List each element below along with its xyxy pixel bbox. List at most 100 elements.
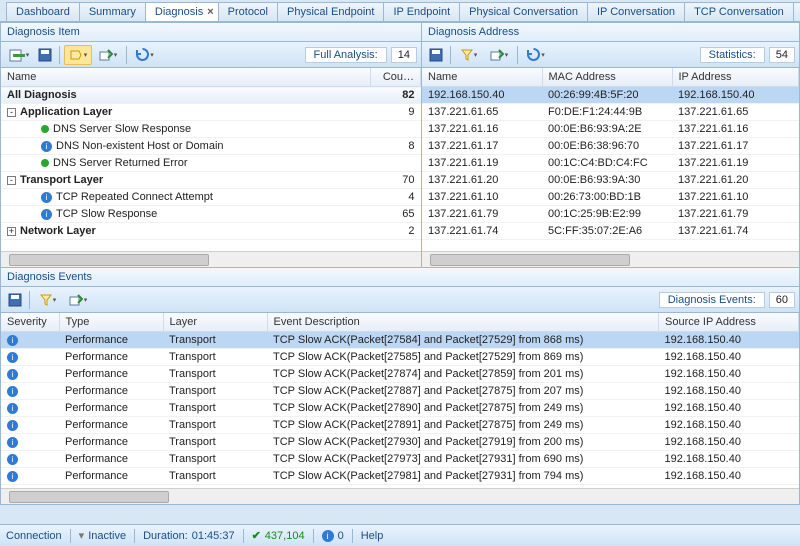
filter-icon[interactable]: ▾ [455, 45, 483, 65]
table-row[interactable]: iTCP Slow Response65 [1, 206, 421, 223]
info-icon: i [7, 352, 18, 363]
col-name[interactable]: Name [422, 68, 542, 87]
status-errors: 0 [338, 530, 344, 542]
tab-ip-endpoint[interactable]: IP Endpoint [383, 2, 460, 21]
save-icon[interactable] [35, 45, 55, 65]
table-row[interactable]: iPerformanceTransportTCP Slow ACK(Packet… [1, 349, 799, 366]
tab-protocol[interactable]: Protocol [218, 2, 278, 21]
table-row[interactable]: All Diagnosis82 [1, 87, 421, 104]
full-analysis-label: Full Analysis: [305, 47, 387, 63]
col-src-ip[interactable]: Source IP Address [659, 313, 799, 332]
highlight-icon[interactable]: ▾ [64, 45, 92, 65]
tab-dashboard[interactable]: Dashboard [6, 2, 80, 21]
close-icon[interactable]: × [207, 6, 213, 18]
table-row[interactable]: 137.221.61.2000:0E:B6:93:9A:30137.221.61… [422, 172, 799, 189]
save-icon[interactable] [426, 45, 446, 65]
col-count[interactable]: Cou… [371, 68, 421, 87]
expand-icon[interactable]: + [7, 227, 16, 236]
info-icon: i [41, 141, 52, 152]
table-row[interactable]: DNS Server Slow Response [1, 121, 421, 138]
col-type[interactable]: Type [59, 313, 163, 332]
col-name[interactable]: Name [1, 68, 371, 87]
export-icon[interactable]: ▾ [64, 290, 92, 310]
info-icon: i [322, 530, 334, 542]
tab-ip-conversation[interactable]: IP Conversation [587, 2, 685, 21]
info-icon: i [41, 209, 52, 220]
info-icon: i [41, 192, 52, 203]
export-icon[interactable]: ▾ [94, 45, 122, 65]
statistics-label: Statistics: [700, 47, 765, 63]
toolbar-diagnosis-item: ▾ ▾ ▾ ▾ Full Analysis: 14 [1, 42, 421, 68]
hscrollbar[interactable] [1, 488, 799, 504]
table-row[interactable]: iPerformanceTransportTCP Slow ACK(Packet… [1, 383, 799, 400]
col-mac[interactable]: MAC Address [542, 68, 672, 87]
table-row[interactable]: iTCP Repeated Connect Attempt4 [1, 189, 421, 206]
panel-title-diagnosis-item: Diagnosis Item [1, 23, 421, 42]
hscrollbar[interactable] [1, 251, 421, 267]
col-layer[interactable]: Layer [163, 313, 267, 332]
diagnosis-events-count: 60 [769, 292, 795, 308]
toolbar-diagnosis-events: ▾ ▾ Diagnosis Events: 60 [1, 287, 799, 313]
table-row[interactable]: 137.221.61.7900:1C:25:9B:E2:99137.221.61… [422, 206, 799, 223]
table-row[interactable]: iPerformanceTransportTCP Slow ACK(Packet… [1, 468, 799, 485]
filter-icon[interactable]: ▾ [34, 290, 62, 310]
table-row[interactable]: 137.221.61.1700:0E:B6:38:96:70137.221.61… [422, 138, 799, 155]
tab-diagnosis[interactable]: Diagnosis× [145, 2, 219, 21]
table-row[interactable]: 137.221.61.65F0:DE:F1:24:44:9B137.221.61… [422, 104, 799, 121]
table-row[interactable]: 137.221.61.1000:26:73:00:BD:1B137.221.61… [422, 189, 799, 206]
tab-ud[interactable]: UD [793, 2, 800, 21]
table-row[interactable]: -Application Layer9 [1, 104, 421, 121]
tab-summary[interactable]: Summary [79, 2, 146, 21]
tab-tcp-conversation[interactable]: TCP Conversation [684, 2, 794, 21]
sep [59, 46, 60, 64]
status-help[interactable]: Help [361, 530, 384, 542]
status-duration: 01:45:37 [192, 530, 235, 542]
table-row[interactable]: iPerformanceTransportTCP Slow ACK(Packet… [1, 417, 799, 434]
sep [29, 291, 30, 309]
panel-diagnosis-events: Diagnosis Events ▾ ▾ Diagnosis Events: 6… [0, 268, 800, 505]
info-icon: i [7, 437, 18, 448]
diagnosis-item-table: Name Cou… All Diagnosis82-Application La… [1, 68, 421, 251]
table-row[interactable]: 137.221.61.745C:FF:35:07:2E:A6137.221.61… [422, 223, 799, 240]
table-row[interactable]: iPerformanceTransportTCP Slow ACK(Packet… [1, 400, 799, 417]
col-severity[interactable]: Severity [1, 313, 59, 332]
table-row[interactable]: 137.221.61.1600:0E:B6:93:9A:2E137.221.61… [422, 121, 799, 138]
table-row[interactable]: 137.221.61.1900:1C:C4:BD:C4:FC137.221.61… [422, 155, 799, 172]
save-icon[interactable] [5, 290, 25, 310]
table-row[interactable]: iPerformanceTransportTCP Slow ACK(Packet… [1, 332, 799, 349]
status-inactive: Inactive [88, 530, 126, 542]
panel-diagnosis-item: Diagnosis Item ▾ ▾ ▾ ▾ Full Analysis: 14… [0, 22, 422, 268]
table-row[interactable]: iPerformanceTransportTCP Slow ACK(Packet… [1, 366, 799, 383]
table-row[interactable]: iPerformanceTransportTCP Slow ACK(Packet… [1, 451, 799, 468]
col-desc[interactable]: Event Description [267, 313, 659, 332]
sep [450, 46, 451, 64]
sep [126, 46, 127, 64]
table-row[interactable]: iPerformanceTransportTCP Slow ACK(Packet… [1, 434, 799, 451]
col-ip[interactable]: IP Address [672, 68, 799, 87]
table-row[interactable]: iDNS Non-existent Host or Domain8 [1, 138, 421, 155]
ok-icon [41, 159, 49, 167]
table-row[interactable]: -Transport Layer70 [1, 172, 421, 189]
panel-title-diagnosis-address: Diagnosis Address [422, 23, 799, 42]
collapse-icon[interactable]: - [7, 176, 16, 185]
status-duration-label: Duration: [143, 530, 188, 542]
statusbar: Connection ▾ Inactive Duration: 01:45:37… [0, 524, 800, 546]
new-report-icon[interactable]: ▾ [5, 45, 33, 65]
hscrollbar[interactable] [422, 251, 799, 267]
info-icon: i [7, 403, 18, 414]
tab-physical-endpoint[interactable]: Physical Endpoint [277, 2, 384, 21]
export-icon[interactable]: ▾ [485, 45, 513, 65]
refresh-icon[interactable]: ▾ [131, 45, 159, 65]
table-row[interactable]: 192.168.150.4000:26:99:4B:5F:20192.168.1… [422, 87, 799, 104]
info-icon: i [7, 471, 18, 482]
toolbar-diagnosis-address: ▾ ▾ ▾ Statistics: 54 [422, 42, 799, 68]
info-icon: i [7, 335, 18, 346]
diagnosis-events-label: Diagnosis Events: [659, 292, 765, 308]
refresh-icon[interactable]: ▾ [522, 45, 550, 65]
diagnosis-address-table: Name MAC Address IP Address 192.168.150.… [422, 68, 799, 251]
collapse-icon[interactable]: - [7, 108, 16, 117]
table-row[interactable]: +Network Layer2 [1, 223, 421, 240]
filter-icon: ▾ [79, 529, 85, 542]
tab-physical-conversation[interactable]: Physical Conversation [459, 2, 588, 21]
table-row[interactable]: DNS Server Returned Error [1, 155, 421, 172]
